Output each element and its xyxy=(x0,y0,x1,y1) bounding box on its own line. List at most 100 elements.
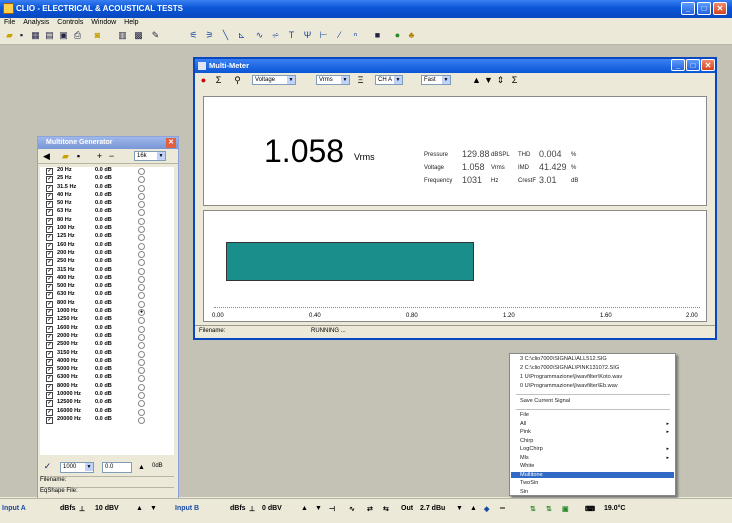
capture-icon[interactable]: Σ xyxy=(509,75,520,86)
save-icon[interactable]: ▪ xyxy=(73,151,84,162)
multitone-row[interactable]: ✓ 800 Hz 0.0 dB xyxy=(40,300,174,308)
zoom-icon[interactable]: ⚲ xyxy=(232,75,243,86)
recent-file-item[interactable]: 0 U\Programmazione\j\wavfilter\Eb.wav xyxy=(520,383,670,389)
menu-analysis[interactable]: Analysis xyxy=(23,19,49,26)
add-icon[interactable]: + xyxy=(94,151,105,162)
reference-radio[interactable] xyxy=(138,242,145,250)
linearity-icon[interactable]: ⊢ xyxy=(318,30,329,41)
reference-radio[interactable] xyxy=(138,209,145,217)
reference-radio[interactable] xyxy=(138,350,145,358)
enable-checkbox[interactable]: ✓ xyxy=(46,267,53,275)
multitone-row[interactable]: ✓ 315 Hz 0.0 dB xyxy=(40,267,174,275)
multitone-row[interactable]: ✓ 20 Hz 0.0 dB xyxy=(40,167,174,175)
up-arrow-icon[interactable]: ▲ xyxy=(136,462,147,473)
enable-checkbox[interactable]: ✓ xyxy=(46,392,53,400)
sinusoidal-icon[interactable]: ╲ xyxy=(220,30,231,41)
input-a-coupling-icon[interactable]: ⊥ xyxy=(79,505,85,513)
enable-checkbox[interactable]: ✓ xyxy=(46,217,53,225)
reference-radio[interactable] xyxy=(138,383,145,391)
multitone-row[interactable]: ✓ 100 Hz 0.0 dB xyxy=(40,225,174,234)
enable-checkbox[interactable]: ✓ xyxy=(46,209,53,217)
enable-checkbox[interactable]: ✓ xyxy=(46,292,53,300)
enable-checkbox[interactable]: ✓ xyxy=(46,284,53,292)
enable-checkbox[interactable]: ✓ xyxy=(46,234,53,242)
input-b-coupling-icon[interactable]: ⊥ xyxy=(249,505,255,513)
multitone-row[interactable]: ✓ 5000 Hz 0.0 dB xyxy=(40,366,174,375)
enable-checkbox[interactable]: ✓ xyxy=(46,416,53,424)
enable-checkbox[interactable]: ✓ xyxy=(46,408,53,416)
open-icon[interactable]: ▰ xyxy=(4,30,15,41)
multitone-row[interactable]: ✓ 25 Hz 0.0 dB xyxy=(40,175,174,184)
multitone-row[interactable]: ✓ 6300 Hz 0.0 dB xyxy=(40,374,174,383)
multitone-row[interactable]: ✓ 40 Hz 0.0 dB xyxy=(40,192,174,200)
maximize-button[interactable]: □ xyxy=(697,2,711,15)
multitone-row[interactable]: ✓ 80 Hz 0.0 dB xyxy=(40,217,174,225)
reference-radio[interactable] xyxy=(138,300,145,308)
mm-close-button[interactable]: ✕ xyxy=(701,59,715,71)
signal-item-file[interactable]: File xyxy=(520,412,670,418)
reference-radio[interactable] xyxy=(138,400,145,408)
enable-checkbox[interactable]: ✓ xyxy=(46,375,53,383)
down-arrow-icon[interactable]: ▼ xyxy=(456,505,463,512)
open-icon[interactable]: ▰ xyxy=(60,151,71,162)
multitone-row[interactable]: ✓ 160 Hz 0.0 dB xyxy=(40,242,174,250)
checkmark-icon[interactable]: ✓ xyxy=(42,461,53,472)
ts-icon[interactable]: T xyxy=(286,30,297,41)
settings-icon[interactable]: ▣ xyxy=(562,505,569,513)
go-icon[interactable]: ● xyxy=(198,75,209,86)
up-arrow-icon[interactable]: ▲ xyxy=(470,505,477,512)
help-icon[interactable]: ♣ xyxy=(406,30,417,41)
reference-radio[interactable] xyxy=(138,168,145,175)
enable-checkbox[interactable]: ✓ xyxy=(46,201,53,209)
reference-radio[interactable] xyxy=(138,226,145,234)
enable-checkbox[interactable]: ✓ xyxy=(46,350,53,358)
enable-checkbox[interactable]: ✓ xyxy=(46,168,53,175)
multitone-row[interactable]: ✓ 12500 Hz 0.0 dB xyxy=(40,399,174,408)
reference-radio[interactable] xyxy=(138,201,145,209)
enable-checkbox[interactable]: ✓ xyxy=(46,259,53,267)
reference-radio[interactable] xyxy=(138,234,145,242)
multitone-row[interactable]: ✓ 400 Hz 0.0 dB xyxy=(40,275,174,283)
remove-icon[interactable]: − xyxy=(106,151,117,162)
print-icon[interactable]: ⎙ xyxy=(72,30,83,41)
signal-item-all[interactable]: All xyxy=(520,421,670,427)
reference-radio[interactable] xyxy=(138,416,145,424)
wow-icon[interactable]: Ψ xyxy=(302,30,313,41)
link-icon[interactable]: ⇆ xyxy=(383,505,389,513)
reference-radio[interactable] xyxy=(138,375,145,383)
up-arrow-icon[interactable]: ▲ xyxy=(136,505,143,512)
enable-checkbox[interactable]: ✓ xyxy=(46,333,53,341)
enable-checkbox[interactable]: ✓ xyxy=(46,400,53,408)
enable-checkbox[interactable]: ✓ xyxy=(46,242,53,250)
up-arrow-icon[interactable]: ▲ xyxy=(471,75,482,86)
up-arrow-icon[interactable]: ▲ xyxy=(301,505,308,512)
close-button[interactable]: ✕ xyxy=(713,2,727,15)
reference-radio[interactable] xyxy=(138,317,145,325)
multitone-close-button[interactable]: ✕ xyxy=(166,138,176,148)
multitone-row[interactable]: ✓ 63 Hz 0.0 dB xyxy=(40,208,174,217)
channel-select[interactable]: CH A ▼ xyxy=(375,75,403,85)
reference-radio[interactable] xyxy=(138,408,145,416)
footer-level-input[interactable]: 0.0 xyxy=(102,462,132,473)
multitone-row[interactable]: ✓ 31.5 Hz 0.0 dB xyxy=(40,184,174,192)
keyboard-icon[interactable]: ⌨ xyxy=(585,505,595,513)
mm-maximize-button[interactable]: □ xyxy=(686,59,700,71)
export-icon[interactable]: ▦ xyxy=(30,30,41,41)
recent-file-item[interactable]: 1 U\Programmazione\j\wavfilter\Koto.wav xyxy=(520,374,670,380)
reference-radio[interactable] xyxy=(138,284,145,292)
enable-checkbox[interactable]: ✓ xyxy=(46,317,53,325)
reference-radio[interactable] xyxy=(138,325,145,333)
multitone-row[interactable]: ✓ 1600 Hz 0.0 dB xyxy=(40,325,174,333)
recent-file-item[interactable]: 3 C:\clio7000\SIGNAL\ALL512.SIG xyxy=(520,356,670,362)
multitone-row[interactable]: ✓ 125 Hz 0.0 dB xyxy=(40,233,174,242)
enable-checkbox[interactable]: ✓ xyxy=(46,342,53,350)
calibrate-icon[interactable]: ◙ xyxy=(92,30,103,41)
enable-checkbox[interactable]: ✓ xyxy=(46,367,53,375)
reference-radio[interactable] xyxy=(138,176,145,184)
signal-item-multitone[interactable]: Multitone xyxy=(511,471,674,478)
down-arrow-icon[interactable]: ▼ xyxy=(150,505,157,512)
multitone-row[interactable]: ✓ 2500 Hz 0.0 dB xyxy=(40,341,174,350)
mute-icon[interactable]: ═ xyxy=(500,505,505,512)
fft-icon[interactable]: ⚟ xyxy=(188,30,199,41)
menu-window[interactable]: Window xyxy=(91,19,116,26)
